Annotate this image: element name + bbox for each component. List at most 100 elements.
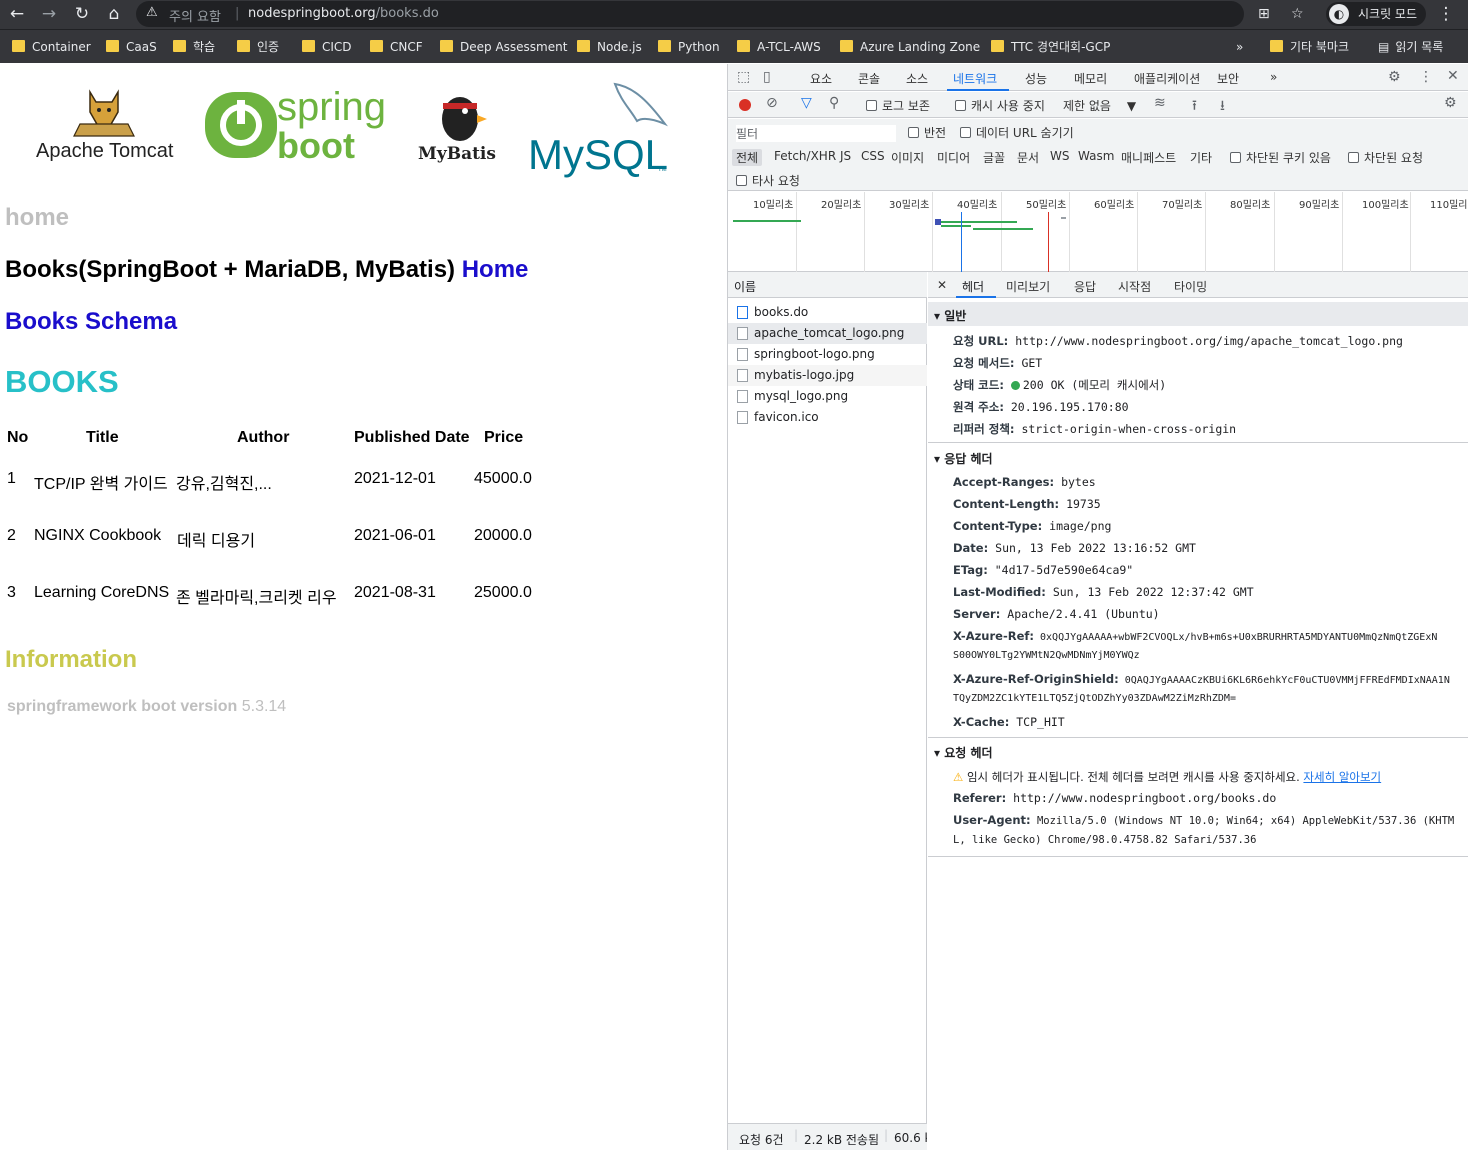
bookmark-label: Azure Landing Zone [860,40,981,54]
filter-input[interactable]: 필터 [736,125,896,142]
hide-data-urls-checkbox[interactable]: 데이터 URL 숨기기 [960,124,1074,141]
general-section-header[interactable]: ▾ 일반 [928,302,1468,326]
filter-type-media[interactable]: 미디어 [937,149,970,166]
tab-memory[interactable]: 메모리 [1074,70,1107,87]
network-settings-gear-icon[interactable]: ⚙ [1444,95,1457,111]
filter-type-css[interactable]: CSS [861,149,885,163]
filter-type-doc[interactable]: 문서 [1017,149,1039,166]
tab-initiator[interactable]: 시작점 [1118,278,1151,295]
tab-headers[interactable]: 헤더 [962,278,984,295]
address-bar[interactable]: ⚠ 주의 요함 | nodespringboot.org/books.do ⊞ … [136,1,1304,27]
name-column-header[interactable]: 이름 [728,272,927,298]
tab-console[interactable]: 콘솔 [858,70,880,87]
checkbox[interactable] [955,100,966,111]
header-key: Accept-Ranges: [953,475,1055,489]
forward-icon[interactable]: → [37,3,61,25]
bookmark-folder[interactable]: TTC 경연대회-GCP [991,38,1110,56]
bookmark-folder[interactable]: CICD [302,38,352,56]
close-detail-icon[interactable]: ✕ [937,278,947,292]
reading-list[interactable]: ▤ 읽기 목록 [1378,38,1443,56]
filter-type-other[interactable]: 기타 [1190,149,1212,166]
bookmark-folder[interactable]: 학습 [173,38,215,56]
request-row[interactable]: books.do [728,302,927,323]
filter-type-font[interactable]: 글꼴 [983,149,1005,166]
filter-type-fetch-xhr[interactable]: Fetch/XHR [774,149,836,163]
filter-type-all[interactable]: 전체 [732,149,763,166]
filter-type-manifest[interactable]: 매니페스트 [1121,149,1176,166]
throttling-select[interactable]: 제한 없음 ▼ [1063,97,1136,114]
reload-icon[interactable]: ↻ [70,3,94,25]
bookmark-folder[interactable]: Azure Landing Zone [840,38,980,56]
network-conditions-icon[interactable]: ≋ [1154,95,1166,111]
tab-elements[interactable]: 요소 [810,70,832,87]
bookmark-folder[interactable]: Python [658,38,720,56]
clear-icon[interactable]: ⊘ [766,95,778,111]
translate-icon[interactable]: ⊞ [1258,6,1270,22]
invert-checkbox[interactable]: 반전 [908,124,946,141]
export-har-icon[interactable]: ⭳ [1220,95,1225,119]
preserve-log-checkbox[interactable]: 로그 보존 [866,97,930,114]
reading-list-icon: ▤ [1378,40,1390,54]
checkbox[interactable] [736,175,747,186]
books-schema-link[interactable]: Books Schema [5,308,177,336]
home-icon[interactable]: ⌂ [102,3,126,25]
home-link[interactable]: Home [462,256,529,283]
more-tabs-button[interactable]: » [1270,70,1277,84]
bookmark-folder[interactable]: Deep Assessment [440,38,567,56]
menu-kebab-icon[interactable]: ⋮ [1434,3,1458,25]
blocked-requests-checkbox[interactable]: 차단된 요청 [1348,149,1423,166]
tab-sources[interactable]: 소스 [906,70,928,87]
bookmark-folder[interactable]: CaaS [106,38,157,56]
checkbox[interactable] [908,127,919,138]
third-party-checkbox[interactable]: 타사 요청 [736,172,800,189]
not-secure-label[interactable]: 주의 요함 [169,6,221,25]
filter-icon[interactable]: ▽ [801,95,812,111]
disable-cache-checkbox[interactable]: 캐시 사용 중지 [955,97,1045,114]
import-har-icon[interactable]: ⭱ [1192,95,1197,119]
tab-network[interactable]: 네트워크 [953,70,997,87]
more-bookmarks-button[interactable]: » [1236,38,1243,56]
bookmark-folder[interactable]: A-TCL-AWS [737,38,821,56]
inspect-element-icon[interactable]: ⬚ [737,69,750,85]
request-row[interactable]: springboot-logo.png [728,344,927,365]
request-row-selected[interactable]: apache_tomcat_logo.png [728,323,927,344]
checkbox[interactable] [960,127,971,138]
tab-performance[interactable]: 성능 [1025,70,1047,87]
request-row[interactable]: mybatis-logo.jpg [728,365,927,386]
request-row[interactable]: mysql_logo.png [728,386,927,407]
record-icon[interactable] [739,99,751,111]
devtools-menu-icon[interactable]: ⋮ [1419,69,1433,85]
bookmark-folder[interactable]: Node.js [577,38,642,56]
response-headers-section-header[interactable]: ▾ 응답 헤더 [928,445,1468,469]
close-devtools-icon[interactable]: ✕ [1447,68,1459,84]
filter-type-js[interactable]: JS [840,149,851,163]
back-icon[interactable]: ← [5,3,29,25]
warning-icon[interactable]: ⚠ [146,5,158,20]
device-toolbar-icon[interactable]: ▯ [763,69,771,85]
tab-response[interactable]: 응답 [1074,278,1096,295]
incognito-profile-button[interactable]: ◐ 시크릿 모드 [1326,2,1426,26]
learn-more-link[interactable]: 자세히 알아보기 [1303,770,1381,784]
filter-type-wasm[interactable]: Wasm [1078,149,1114,163]
tab-application[interactable]: 애플리케이션 [1134,70,1200,87]
filter-type-image[interactable]: 이미지 [891,149,924,166]
tab-security[interactable]: 보안 [1217,70,1239,87]
filter-type-ws[interactable]: WS [1050,149,1069,163]
bookmark-folder[interactable]: 인증 [237,38,279,56]
settings-gear-icon[interactable]: ⚙ [1388,69,1401,85]
checkbox[interactable] [1348,152,1359,163]
network-overview-timeline[interactable]: 10밀리초 20밀리초 30밀리초 40밀리초 50밀리초 60밀리초 70밀리… [728,192,1468,272]
search-icon[interactable]: ⚲ [829,95,839,111]
bookmark-folder[interactable]: CNCF [370,38,423,56]
request-headers-section-header[interactable]: ▾ 요청 헤더 [928,739,1468,763]
other-bookmarks[interactable]: 기타 북마크 [1270,38,1349,56]
request-row[interactable]: favicon.ico [728,407,927,428]
tab-preview[interactable]: 미리보기 [1006,278,1050,295]
url-text[interactable]: nodespringboot.org/books.do [248,6,439,21]
checkbox[interactable] [1230,152,1241,163]
bookmark-folder[interactable]: Container [12,38,91,56]
checkbox[interactable] [866,100,877,111]
tab-timing[interactable]: 타이밍 [1174,278,1207,295]
bookmark-star-icon[interactable]: ☆ [1291,6,1304,22]
blocked-cookies-checkbox[interactable]: 차단된 쿠키 있음 [1230,149,1331,166]
